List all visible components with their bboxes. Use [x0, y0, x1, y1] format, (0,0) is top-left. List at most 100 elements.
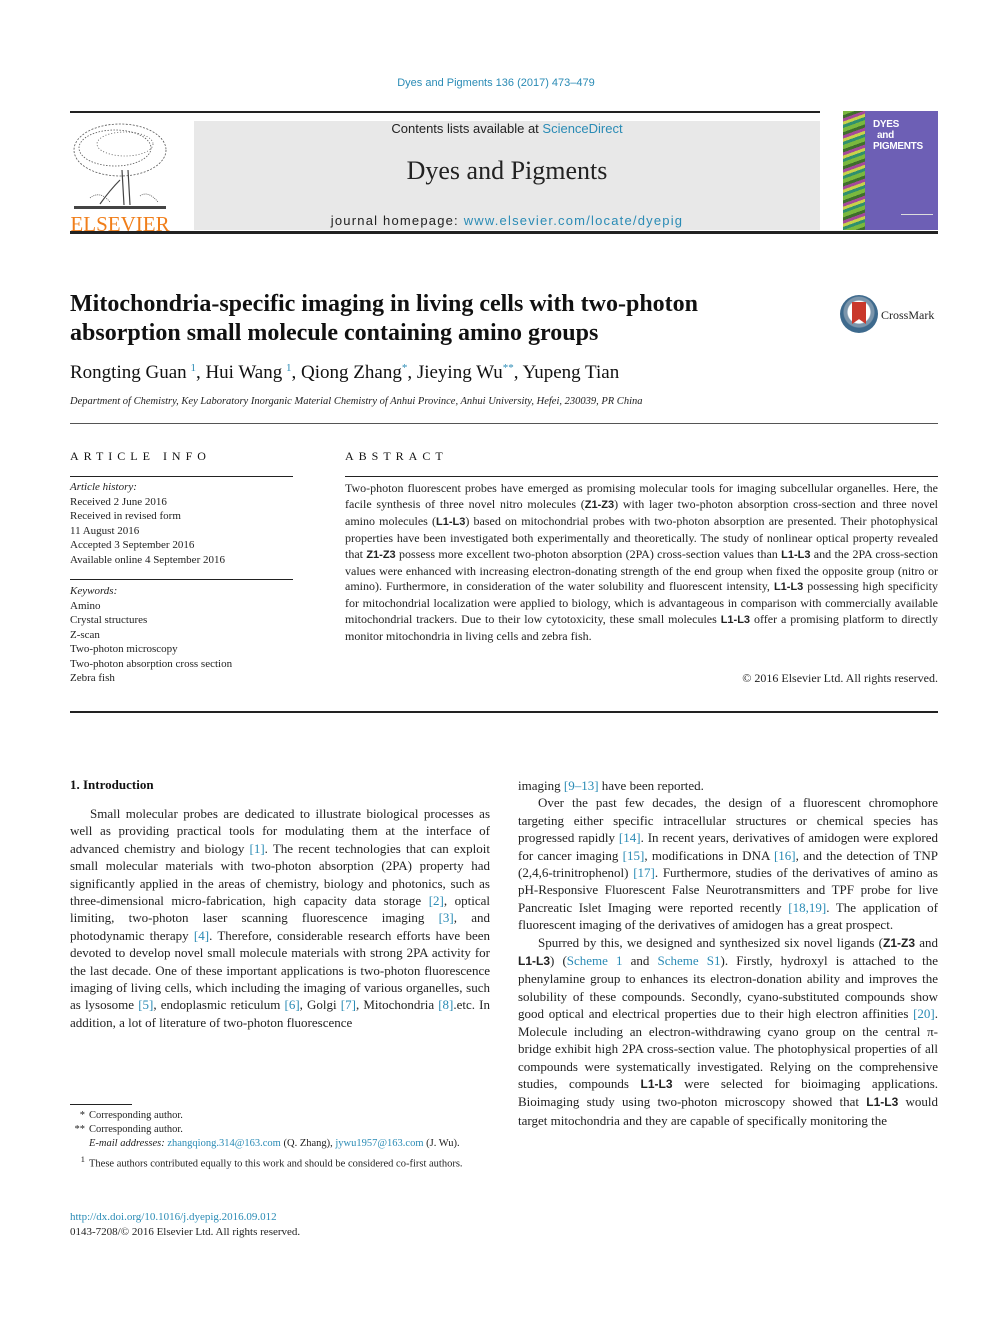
footnote-emails: E-mail addresses: zhangqiong.314@163.com… [70, 1137, 490, 1151]
cover-publisher-mark [901, 214, 933, 222]
text-run: ) ( [550, 953, 567, 969]
reference-link[interactable]: [18,19] [788, 900, 826, 915]
crossmark-label: CrossMark [881, 308, 935, 322]
compound-label: L1-L3 [436, 515, 466, 528]
divider [70, 423, 938, 424]
footnote-mark: 1 [70, 1152, 89, 1172]
compound-label: L1-L3 [781, 548, 811, 561]
compound-label: L1-L3 [518, 954, 551, 969]
author-footnote-link[interactable]: 1 [190, 362, 196, 374]
history-label: Article history: [70, 481, 137, 493]
homepage-prefix: journal homepage: [330, 213, 464, 228]
author-list: Rongting Guan 1, Hui Wang 1, Qiong Zhang… [70, 362, 620, 383]
footnote-text: Corresponding author. [89, 1110, 183, 1121]
email-label: E-mail addresses: [89, 1138, 168, 1150]
article-info-heading: ARTICLE INFO [70, 449, 211, 463]
compound-label: L1-L3 [866, 1095, 899, 1110]
journal-cover-thumbnail[interactable]: DYES and PIGMENTS [843, 111, 938, 230]
reference-link[interactable]: [2] [429, 893, 444, 908]
reference-link[interactable]: [14] [619, 830, 641, 845]
author-name: Hui Wang [205, 362, 283, 383]
reference-link[interactable]: [6] [285, 997, 300, 1012]
footnote-rule [70, 1104, 132, 1105]
body-paragraph: imaging [9–13] have been reported. [518, 777, 938, 794]
elsevier-tree-icon [73, 123, 167, 209]
text-run: Spurred by this, we designed and synthes… [538, 934, 883, 950]
cover-title: DYES and PIGMENTS [873, 119, 923, 152]
history-item: Received in revised form [70, 510, 181, 522]
reference-link[interactable]: [15] [623, 848, 645, 863]
compound-label: L1-L3 [773, 581, 804, 594]
history-item: Received 2 June 2016 [70, 495, 167, 508]
reference-link[interactable]: [3] [439, 910, 454, 925]
abstract-text: Two-photon fluorescent probes have emerg… [345, 481, 938, 645]
text-run: , modifications in DNA [644, 847, 774, 863]
header-bottom-rule [70, 231, 938, 234]
divider [70, 476, 293, 477]
reference-link[interactable]: [7] [341, 997, 356, 1012]
footnote-text: Corresponding author. [89, 1124, 183, 1136]
text-run: and [915, 934, 938, 950]
footnote-corresponding: ** Corresponding author. [70, 1123, 490, 1137]
history-item: 11 August 2016 [70, 524, 140, 537]
body-paragraph: Over the past few decades, the design of… [518, 794, 938, 933]
reference-link[interactable]: [5] [138, 997, 153, 1012]
author-footnote-link[interactable]: * [402, 362, 408, 374]
reference-link[interactable]: Scheme S1 [658, 953, 721, 968]
author-footnote-link[interactable]: 1 [286, 362, 292, 374]
keyword: Zebra fish [70, 672, 115, 684]
reference-link[interactable]: [1] [250, 841, 265, 856]
contents-line: Contents lists available at ScienceDirec… [194, 121, 820, 136]
divider [70, 579, 293, 580]
text-run: , endoplasmic reticulum [153, 997, 285, 1013]
footnote-mark: ** [74, 1124, 86, 1136]
compound-label: L1-L3 [640, 1076, 673, 1091]
sciencedirect-link[interactable]: ScienceDirect [542, 121, 622, 136]
history-item: Available online 4 September 2016 [70, 553, 225, 566]
author-name: Qiong Zhang [301, 362, 402, 383]
footnote-mark: * [79, 1110, 85, 1121]
abstract-copyright: © 2016 Elsevier Ltd. All rights reserved… [742, 671, 938, 685]
divider [70, 711, 938, 713]
compound-label: Z1-Z3 [366, 548, 396, 561]
author-footnote-link[interactable]: ** [503, 362, 514, 374]
keyword: Z-scan [70, 628, 100, 641]
article-history: Article history: Received 2 June 2016 Re… [70, 480, 295, 567]
compound-label: Z1-Z3 [883, 935, 916, 950]
cover-pattern [843, 111, 865, 230]
journal-banner: Contents lists available at ScienceDirec… [194, 121, 820, 230]
issn-copyright: 0143-7208/© 2016 Elsevier Ltd. All right… [70, 1226, 301, 1238]
reference-link[interactable]: [17] [633, 865, 655, 880]
email-link[interactable]: jywu1957@163.com [335, 1138, 423, 1149]
email-owner: (Q. Zhang), [280, 1138, 336, 1150]
text-run: and [622, 953, 658, 969]
footnote-mark-number: 1 [80, 1153, 85, 1164]
body-paragraph: Spurred by this, we designed and synthes… [518, 934, 938, 1129]
text-run: possess more excellent two-photon absorp… [395, 546, 782, 561]
journal-homepage-link[interactable]: www.elsevier.com/locate/dyepig [464, 213, 684, 228]
keyword: Two-photon absorption cross section [70, 657, 233, 670]
cover-title-line: PIGMENTS [873, 141, 923, 152]
reference-link[interactable]: [20] [913, 1006, 935, 1021]
footnote-equal-contribution: 1 These authors contributed equally to th… [70, 1152, 490, 1172]
reference-link[interactable]: [4] [194, 928, 209, 943]
doi-link[interactable]: http://dx.doi.org/10.1016/j.dyepig.2016.… [70, 1211, 277, 1223]
journal-citation-link[interactable]: Dyes and Pigments 136 (2017) 473–479 [0, 77, 992, 89]
text-run: have been reported. [598, 778, 704, 793]
author-name: Jieying Wu [416, 362, 503, 383]
crossmark-button[interactable]: CrossMark [840, 295, 940, 335]
elsevier-logo[interactable]: ELSEVIER [68, 120, 172, 236]
reference-link[interactable]: Scheme 1 [567, 953, 623, 968]
history-item: Accepted 3 September 2016 [70, 539, 195, 551]
reference-link[interactable]: [16] [774, 848, 796, 863]
section-heading-introduction: 1. Introduction [70, 777, 154, 792]
compound-label: Z1-Z3 [584, 498, 615, 511]
reference-link[interactable]: [8] [438, 997, 453, 1012]
text-run: imaging [518, 778, 564, 793]
email-link[interactable]: zhangqiong.314@163.com [167, 1138, 281, 1149]
keyword: Amino [70, 599, 101, 612]
reference-link[interactable]: [9–13] [564, 778, 599, 793]
keywords: Keywords: Amino Crystal structures Z-sca… [70, 584, 295, 686]
cover-title-line: DYES [873, 119, 900, 130]
body-column-left: Small molecular probes are dedicated to … [70, 805, 490, 1031]
